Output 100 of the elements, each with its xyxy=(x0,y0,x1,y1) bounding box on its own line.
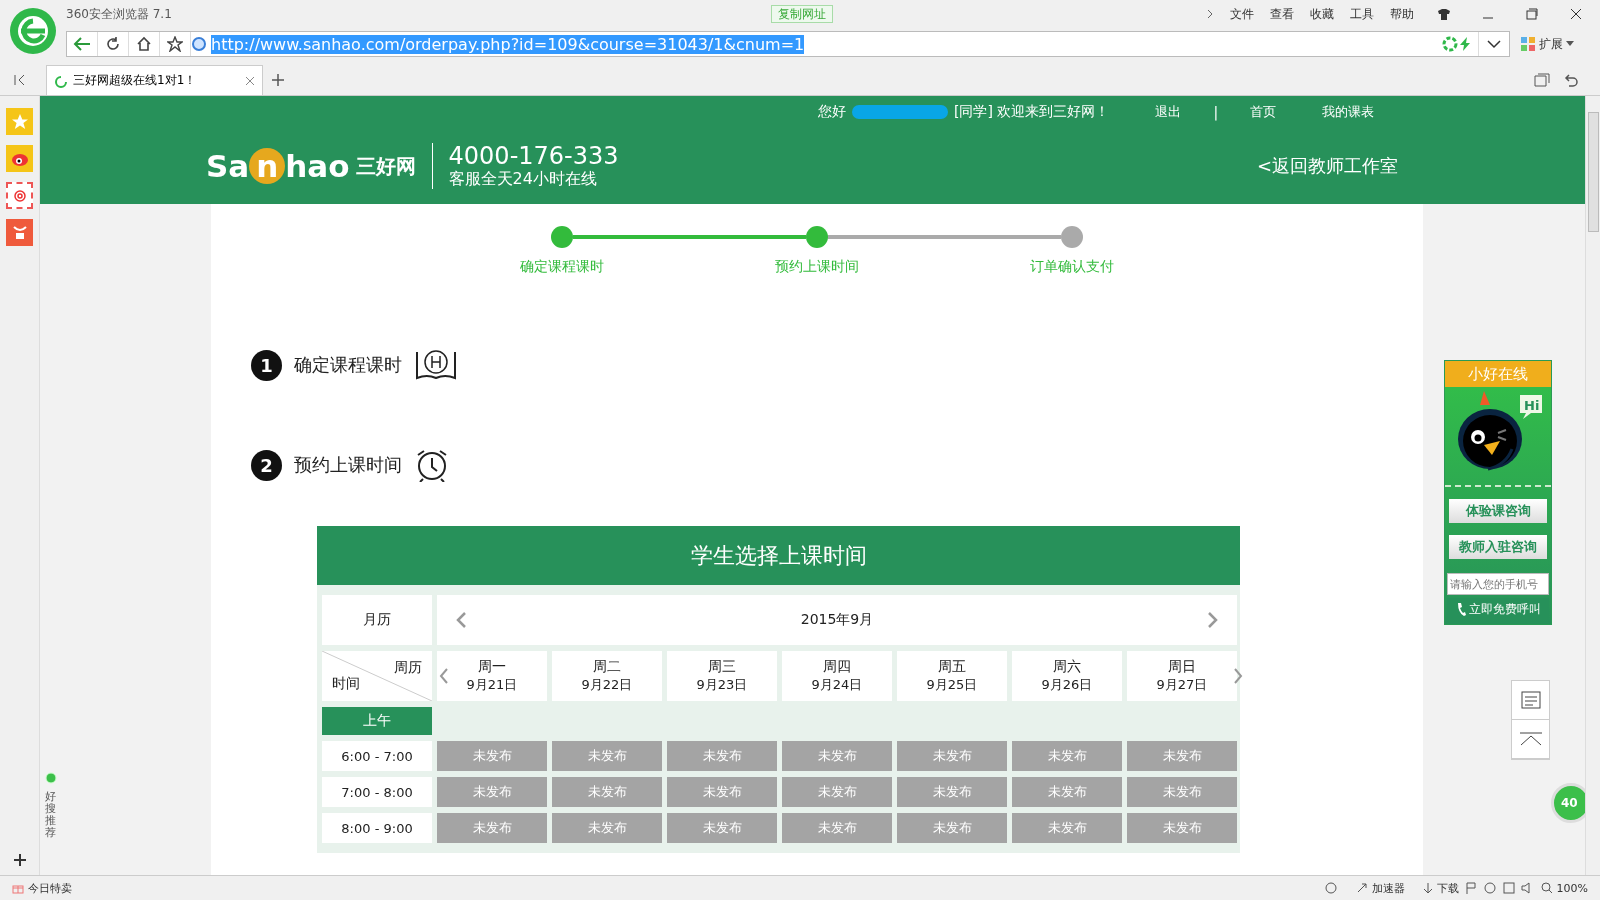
corner-header: 周历 时间 xyxy=(322,651,432,701)
zoom-level[interactable]: 100% xyxy=(1540,881,1588,895)
time-slot[interactable]: 未发布 xyxy=(437,741,547,771)
back-link[interactable]: <返回教师工作室 xyxy=(1256,154,1398,178)
time-cell: 8:00 - 9:00 xyxy=(322,813,432,843)
window-icon[interactable] xyxy=(1502,882,1515,894)
address-bar[interactable]: http://www.sanhao.com/orderpay.php?id=109&course=31043/1&cnum=1 xyxy=(66,31,1510,57)
time-slot[interactable]: 未发布 xyxy=(1127,741,1237,771)
previous-week-icon[interactable] xyxy=(439,668,449,684)
daily-deals-link[interactable]: 今日特卖 xyxy=(12,880,72,896)
header-link[interactable]: 首页 xyxy=(1250,103,1277,121)
menu-item[interactable]: 工具 xyxy=(1350,5,1374,23)
scrollbar[interactable] xyxy=(1585,96,1600,875)
flag-icon[interactable] xyxy=(1464,882,1477,894)
time-slot[interactable]: 未发布 xyxy=(437,813,547,843)
lightning-icon[interactable] xyxy=(1458,36,1472,52)
weekday-header: 周五 9月25日 xyxy=(897,651,1007,701)
collapse-sidebar-icon[interactable] xyxy=(14,74,26,86)
time-slot[interactable]: 未发布 xyxy=(782,777,892,807)
grid-icon xyxy=(1520,36,1536,52)
weibo-eye-icon[interactable] xyxy=(6,145,33,172)
star-icon xyxy=(167,36,183,52)
copy-url-button[interactable]: 复制网址 xyxy=(771,5,833,23)
globe-icon[interactable] xyxy=(191,36,207,52)
chevron-right-icon[interactable] xyxy=(1206,8,1214,20)
tab-list-icon[interactable] xyxy=(1534,73,1550,87)
mascot-bird-drawing: Hi xyxy=(1450,387,1546,479)
weekday-header: 周六 9月26日 xyxy=(1012,651,1122,701)
phone-input[interactable]: 请输入您的手机号 xyxy=(1447,573,1549,595)
previous-month-icon[interactable] xyxy=(455,612,467,628)
tab-favicon-icon xyxy=(55,73,67,88)
next-week-icon[interactable] xyxy=(1233,668,1243,684)
menu-item[interactable]: 文件 xyxy=(1230,5,1254,23)
time-slot[interactable]: 未发布 xyxy=(552,813,662,843)
time-slot[interactable]: 未发布 xyxy=(1012,777,1122,807)
new-tab-icon[interactable] xyxy=(272,74,284,86)
menu-item[interactable]: 帮助 xyxy=(1390,5,1414,23)
book-h-icon xyxy=(414,348,458,382)
time-cell: 6:00 - 7:00 xyxy=(322,741,432,771)
extensions-button[interactable]: 扩展 xyxy=(1520,35,1574,53)
time-slot[interactable]: 未发布 xyxy=(1012,813,1122,843)
header-link[interactable]: 退出 xyxy=(1155,103,1182,121)
weekday-header: 周一 9月21日 xyxy=(437,651,547,701)
hotline-number: 4000-176-333 xyxy=(448,142,619,169)
shirt-icon xyxy=(1437,8,1451,20)
section-number: 1 xyxy=(251,349,282,381)
undo-icon[interactable] xyxy=(1564,73,1578,87)
period-label: 上午 xyxy=(322,707,432,735)
section-number: 2 xyxy=(251,449,282,481)
current-month: 2015年9月 xyxy=(800,611,874,629)
browser-title: 360安全浏览器 7.1 xyxy=(66,5,173,23)
time-slot[interactable]: 未发布 xyxy=(1127,813,1237,843)
floating-badge[interactable]: 40 xyxy=(1551,783,1585,823)
greeting-text: 您好 xyxy=(818,103,846,121)
time-slot[interactable]: 未发布 xyxy=(667,813,777,843)
step-label: 订单确认支付 xyxy=(1030,258,1114,276)
time-slot[interactable]: 未发布 xyxy=(1012,741,1122,771)
site-logo[interactable]: Sa n hao 三好网 xyxy=(206,148,416,184)
shutter-icon[interactable] xyxy=(1442,36,1458,52)
time-slot[interactable]: 未发布 xyxy=(552,777,662,807)
download-button[interactable]: 下载 xyxy=(1422,880,1459,896)
back-arrow-icon xyxy=(73,37,91,51)
month-label: 月历 xyxy=(322,595,432,645)
restore-icon xyxy=(1526,8,1538,20)
time-slot[interactable]: 未发布 xyxy=(897,813,1007,843)
phone-icon xyxy=(1455,602,1466,616)
close-tab-icon[interactable] xyxy=(246,76,254,85)
menu-item[interactable]: 查看 xyxy=(1270,5,1294,23)
header-link[interactable]: 我的课表 xyxy=(1322,103,1375,121)
section-title: 预约上课时间 xyxy=(294,453,402,477)
welcome-text: [同学] 欢迎来到三好网！ xyxy=(954,103,1110,121)
time-slot[interactable]: 未发布 xyxy=(667,741,777,771)
accelerator-button[interactable]: 加速器 xyxy=(1355,880,1405,896)
browser-tab[interactable]: 三好网超级在线1对1！ xyxy=(46,65,263,95)
url-text[interactable]: http://www.sanhao.com/orderpay.php?id=109&course=31043/1&cnum=1 xyxy=(211,34,805,54)
side-recommend-label[interactable]: 好搜推荐 xyxy=(45,791,56,840)
time-slot[interactable]: 未发布 xyxy=(782,741,892,771)
chevron-down-icon xyxy=(1487,39,1501,49)
next-month-icon[interactable] xyxy=(1207,612,1219,628)
link-separator: | xyxy=(1213,104,1219,120)
document-icon xyxy=(1520,691,1541,709)
step-label: 预约上课时间 xyxy=(775,258,859,276)
time-slot[interactable]: 未发布 xyxy=(897,777,1007,807)
add-icon[interactable] xyxy=(12,853,27,867)
step-label: 确定课程课时 xyxy=(520,258,604,276)
consult-button[interactable]: 体验课咨询 xyxy=(1449,499,1547,523)
consult-button[interactable]: 教师入驻咨询 xyxy=(1449,535,1547,559)
caret-icon xyxy=(1566,41,1574,47)
weekday-header: 周四 9月24日 xyxy=(782,651,892,701)
time-slot[interactable]: 未发布 xyxy=(897,741,1007,771)
shopping-bag-icon[interactable] xyxy=(6,219,33,246)
time-slot[interactable]: 未发布 xyxy=(552,741,662,771)
time-slot[interactable]: 未发布 xyxy=(437,777,547,807)
weekday-header: 周二 9月22日 xyxy=(552,651,662,701)
time-slot[interactable]: 未发布 xyxy=(667,777,777,807)
menu-item[interactable]: 收藏 xyxy=(1310,5,1334,23)
browser-logo-icon xyxy=(9,7,57,55)
time-slot[interactable]: 未发布 xyxy=(1127,777,1237,807)
download-arrow-icon xyxy=(1422,882,1433,894)
time-slot[interactable]: 未发布 xyxy=(782,813,892,843)
